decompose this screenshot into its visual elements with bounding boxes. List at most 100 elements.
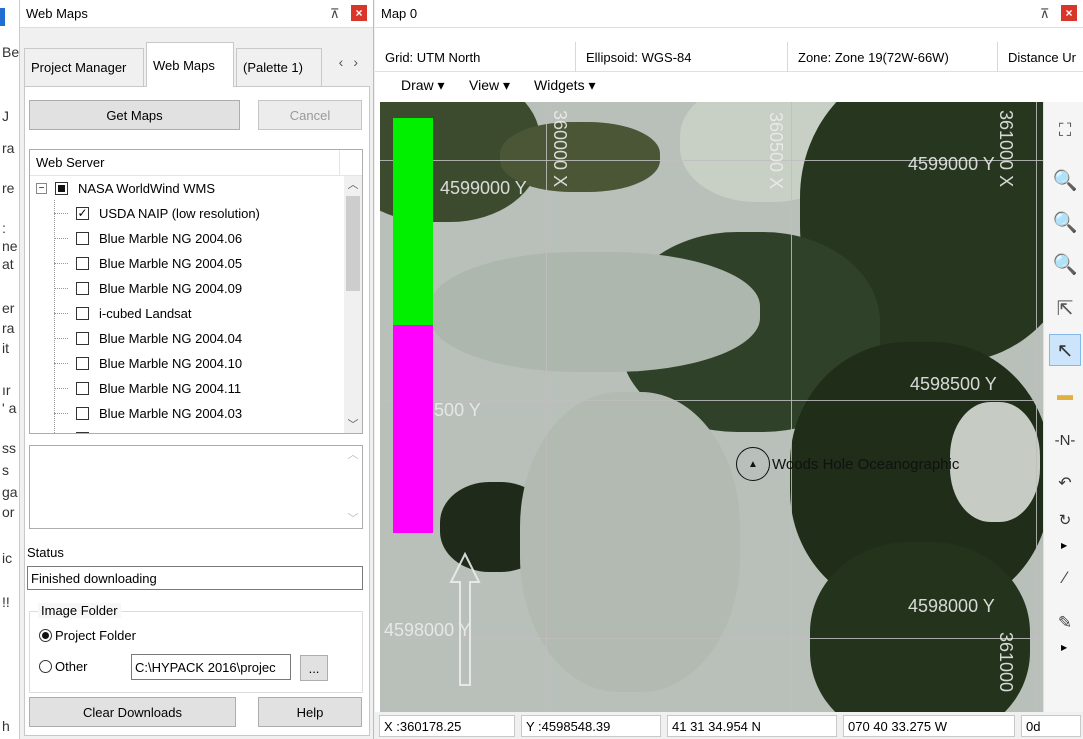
tab-palette-1[interactable]: (Palette 1)	[236, 48, 322, 86]
tree-layer-item[interactable]: Blue Marble NG 2004.09	[76, 276, 242, 301]
undo-icon[interactable]: ↶	[1049, 467, 1081, 499]
app-window: Be J ra re : ne at er ra it ır ' a ss s …	[0, 0, 1083, 739]
other-path-input[interactable]: C:\HYPACK 2016\projec	[131, 654, 291, 680]
layer-checkbox[interactable]	[76, 357, 89, 370]
peek-text: !!	[2, 594, 10, 610]
query-pointer-icon[interactable]: ⇱	[1049, 292, 1081, 324]
draw-menu[interactable]: Draw ▾	[401, 77, 445, 94]
peek-text: s	[2, 462, 9, 478]
tree-layer-item[interactable]: ✓ USDA NAIP (low resolution)	[76, 201, 260, 226]
peek-text: ra	[2, 320, 15, 336]
browse-button[interactable]: ...	[300, 655, 328, 681]
zoom-extents-icon[interactable]: ⛶	[1049, 114, 1081, 146]
distance-info: Distance Ur	[997, 42, 1083, 72]
map-point-of-interest[interactable]: ▲ Woods Hole Oceanographic	[736, 447, 959, 481]
layer-checkbox[interactable]	[76, 332, 89, 345]
layer-checkbox[interactable]	[76, 382, 89, 395]
scroll-up-icon: ︿	[347, 449, 359, 461]
radio-selected-icon[interactable]	[39, 629, 52, 642]
map-title-bar: Map 0 ⊼ ×	[375, 0, 1083, 28]
layer-checkbox[interactable]	[76, 407, 89, 420]
tree-layer-item-partial	[76, 426, 99, 433]
map-title: Map 0	[381, 6, 418, 21]
north-up-icon[interactable]: -N-	[1049, 424, 1081, 456]
scroll-thumb[interactable]	[346, 196, 360, 291]
close-icon[interactable]: ×	[1061, 5, 1077, 21]
zoom-in-out-icon[interactable]: 🔍	[1049, 164, 1081, 196]
tree-scrollbar[interactable]: ︿ ﹀	[344, 176, 362, 433]
zoom-window-icon[interactable]: 🔍	[1049, 206, 1081, 238]
tree-header: Web Server	[30, 150, 362, 176]
measure-ruler-icon[interactable]: ▬	[1049, 380, 1081, 412]
widgets-menu[interactable]: Widgets ▾	[534, 77, 596, 94]
edit-document-icon[interactable]: ✎	[1049, 607, 1081, 639]
peek-text: J	[2, 108, 9, 124]
collapse-icon[interactable]: −	[36, 183, 47, 194]
radio-icon[interactable]	[39, 660, 52, 673]
web-maps-panel: Web Maps ⊼ × Project Manager Web Maps (P…	[20, 0, 374, 739]
tab-scroll-arrows[interactable]: ‹›	[339, 54, 368, 70]
other-radio[interactable]: Other	[39, 659, 88, 674]
layer-checkbox[interactable]	[76, 257, 89, 270]
rotate-icon[interactable]: ↻	[1049, 504, 1081, 536]
web-maps-title-bar: Web Maps ⊼ ×	[20, 0, 373, 28]
help-button[interactable]: Help	[258, 697, 362, 727]
y-coordinate: Y :4598548.39	[521, 715, 661, 737]
image-folder-label: Image Folder	[38, 603, 121, 618]
clear-downloads-button[interactable]: Clear Downloads	[29, 697, 236, 727]
zoom-pan-icon[interactable]: 🔍	[1049, 248, 1081, 280]
peek-text: ır	[2, 382, 11, 398]
grid-info: Grid: UTM North	[385, 49, 481, 65]
pin-icon[interactable]: ⊼	[330, 6, 340, 22]
grid-label-x: 361000	[996, 632, 1016, 693]
pin-icon[interactable]: ⊼	[1040, 6, 1050, 22]
server-checkbox[interactable]	[55, 182, 68, 195]
close-icon[interactable]: ×	[351, 5, 367, 21]
scroll-down-icon: ﹀	[347, 513, 359, 525]
details-textbox[interactable]: ︿ ﹀	[29, 445, 363, 529]
status-field: Finished downloading	[27, 566, 363, 590]
map-toolstrip: ⛶ 🔍 🔍 🔍 ⇱ ↖ ▬ -N- ↶ ↻ ▶ ⁄ ✎ ▶	[1043, 102, 1083, 712]
scroll-up-icon[interactable]: ︿	[344, 176, 362, 194]
image-folder-group: Image Folder Project Folder Other C:\HYP…	[29, 603, 363, 693]
tree-layer-item[interactable]: i-cubed Landsat	[76, 301, 192, 326]
project-folder-radio[interactable]: Project Folder	[39, 628, 136, 643]
tree-layer-item[interactable]: Blue Marble NG 2004.05	[76, 251, 242, 276]
cancel-button[interactable]: Cancel	[258, 100, 362, 130]
peek-text: Be	[2, 44, 20, 60]
peek-text: er	[2, 300, 15, 316]
tree-layer-item[interactable]: Blue Marble NG 2004.06	[76, 226, 242, 251]
tree-layer-item[interactable]: Blue Marble NG 2004.11	[76, 376, 241, 401]
web-maps-tab-body: Get Maps Cancel Web Server − NASA WorldW…	[24, 86, 370, 736]
terrain	[430, 252, 760, 372]
select-pointer-icon[interactable]: ↖	[1049, 334, 1081, 366]
expand-arrow-icon[interactable]: ▶	[1061, 541, 1067, 550]
grid-label-y: 4599000 Y	[440, 178, 527, 198]
draw-line-icon[interactable]: ⁄	[1049, 562, 1081, 594]
peek-text: ga	[2, 484, 18, 500]
view-menu[interactable]: View ▾	[469, 77, 510, 94]
window-accent	[0, 8, 5, 26]
tree-layer-item[interactable]: Blue Marble NG 2004.03	[76, 401, 242, 426]
poi-marker-icon[interactable]: ▲	[736, 447, 770, 481]
expand-arrow-icon[interactable]: ▶	[1061, 643, 1067, 652]
legend-bar-magenta	[393, 325, 433, 533]
get-maps-button[interactable]: Get Maps	[29, 100, 240, 130]
grid-label-y: 4598500 Y	[910, 374, 997, 394]
tree-layer-item[interactable]: Blue Marble NG 2004.10	[76, 351, 242, 376]
layer-checkbox[interactable]: ✓	[76, 207, 89, 220]
layer-checkbox[interactable]	[76, 282, 89, 295]
layer-checkbox[interactable]	[76, 232, 89, 245]
peek-text: or	[2, 504, 15, 520]
legend-bar-green	[393, 118, 433, 325]
layer-checkbox[interactable]	[76, 307, 89, 320]
tab-web-maps[interactable]: Web Maps	[146, 42, 234, 87]
tree-layer-item[interactable]: Blue Marble NG 2004.04	[76, 326, 242, 351]
grid-label-y: 4598000 Y	[908, 596, 995, 616]
scroll-down-icon[interactable]: ﹀	[344, 416, 362, 433]
map-canvas[interactable]: 4599000 Y 4599000 Y 4598500 Y 4598500 Y …	[380, 102, 1043, 712]
tab-strip: Project Manager Web Maps (Palette 1) ‹›	[24, 42, 370, 87]
tree-server-node[interactable]: − NASA WorldWind WMS	[36, 176, 215, 201]
peek-text: h	[2, 718, 10, 734]
tab-project-manager[interactable]: Project Manager	[24, 48, 144, 86]
